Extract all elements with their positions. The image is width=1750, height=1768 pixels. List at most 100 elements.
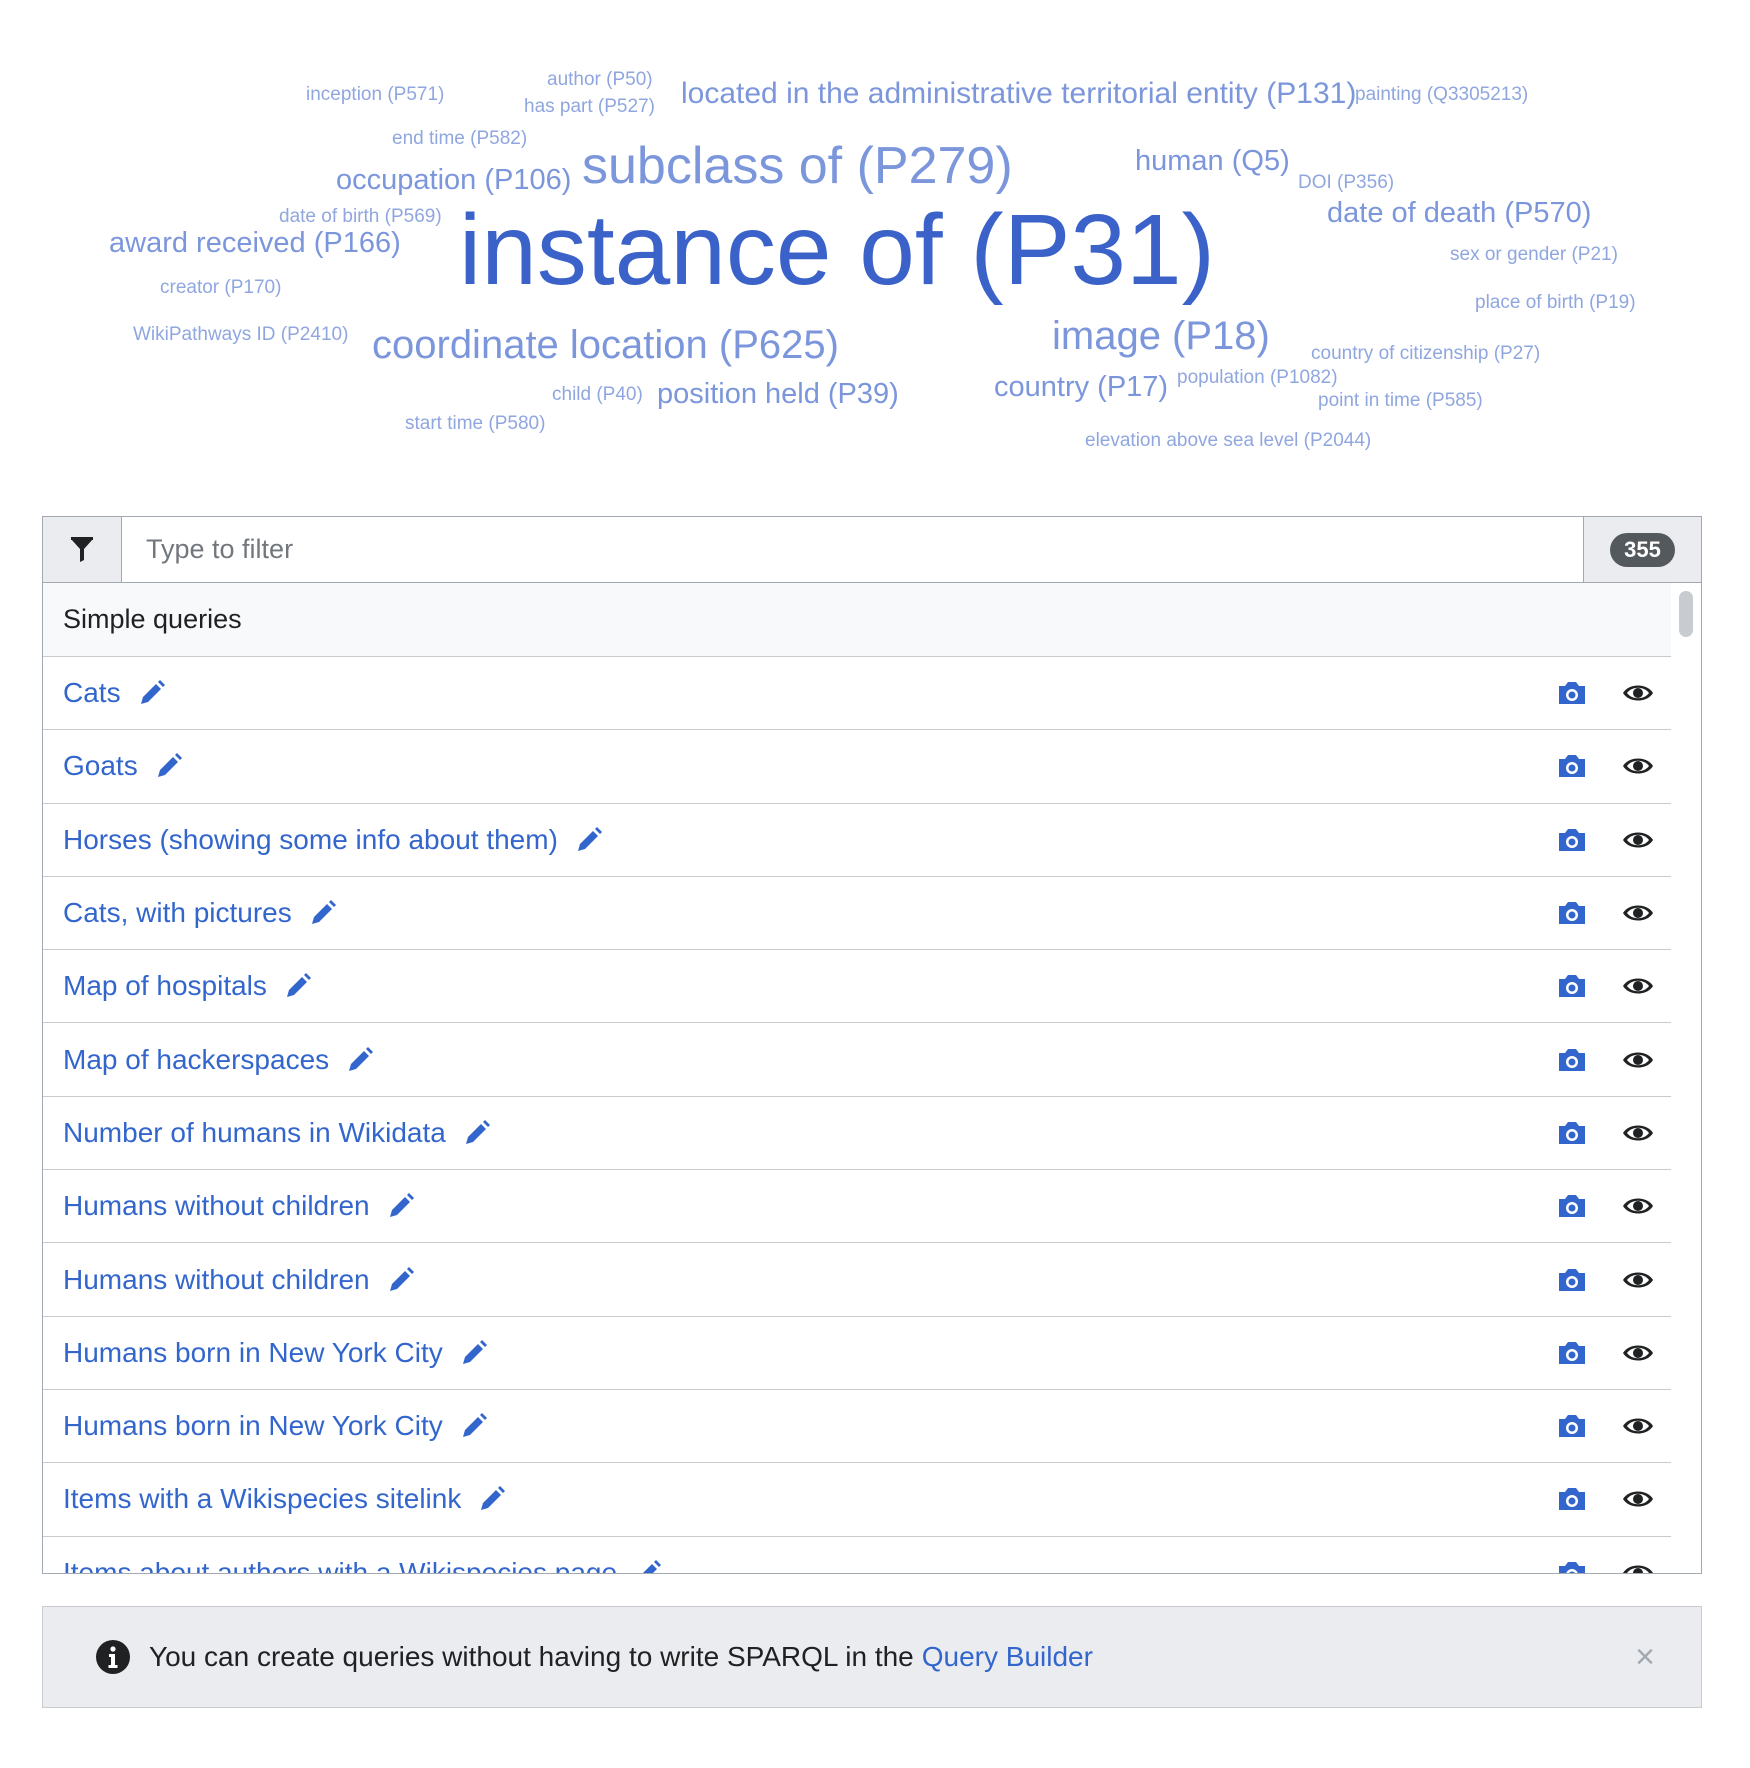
- pencil-icon[interactable]: [459, 1338, 489, 1368]
- camera-icon[interactable]: [1555, 749, 1589, 783]
- query-row: Humans without children: [43, 1243, 1671, 1317]
- query-title-link[interactable]: Number of humans in Wikidata: [63, 1117, 446, 1149]
- cloud-word[interactable]: place of birth (P19): [1475, 293, 1636, 312]
- camera-icon[interactable]: [1555, 1043, 1589, 1077]
- examples-list[interactable]: Simple queries Cats Goats Horses (showin…: [43, 583, 1671, 1573]
- camera-icon[interactable]: [1555, 1556, 1589, 1573]
- pencil-icon[interactable]: [308, 898, 338, 928]
- eye-icon[interactable]: [1621, 969, 1655, 1003]
- cloud-word[interactable]: start time (P580): [405, 414, 545, 433]
- query-row: Items about authors with a Wikispecies p…: [43, 1537, 1671, 1573]
- query-title-link[interactable]: Humans without children: [63, 1264, 370, 1296]
- camera-icon[interactable]: [1555, 676, 1589, 710]
- pencil-icon[interactable]: [477, 1484, 507, 1514]
- cloud-word[interactable]: author (P50): [547, 70, 653, 89]
- camera-icon[interactable]: [1555, 896, 1589, 930]
- eye-icon[interactable]: [1621, 896, 1655, 930]
- cloud-word[interactable]: child (P40): [552, 385, 643, 404]
- query-title-link[interactable]: Cats, with pictures: [63, 897, 292, 929]
- cloud-word[interactable]: image (P18): [1052, 316, 1270, 356]
- pencil-icon[interactable]: [459, 1411, 489, 1441]
- query-title-link[interactable]: Items about authors with a Wikispecies p…: [63, 1557, 617, 1573]
- result-count: 355: [1583, 517, 1701, 582]
- eye-icon[interactable]: [1621, 1263, 1655, 1297]
- query-title-link[interactable]: Horses (showing some info about them): [63, 824, 558, 856]
- pencil-icon[interactable]: [633, 1558, 663, 1573]
- camera-icon[interactable]: [1555, 1263, 1589, 1297]
- camera-icon[interactable]: [1555, 1482, 1589, 1516]
- query-row: Goats: [43, 730, 1671, 804]
- pencil-icon[interactable]: [137, 678, 167, 708]
- query-title-link[interactable]: Map of hospitals: [63, 970, 267, 1002]
- cloud-word[interactable]: date of birth (P569): [279, 207, 442, 226]
- pencil-icon[interactable]: [345, 1045, 375, 1075]
- query-title-link[interactable]: Humans born in New York City: [63, 1337, 443, 1369]
- pencil-icon[interactable]: [283, 971, 313, 1001]
- cloud-word[interactable]: sex or gender (P21): [1450, 245, 1618, 264]
- camera-icon[interactable]: [1555, 1116, 1589, 1150]
- cloud-word[interactable]: point in time (P585): [1318, 391, 1483, 410]
- cloud-word[interactable]: date of death (P570): [1327, 199, 1591, 228]
- pencil-icon[interactable]: [462, 1118, 492, 1148]
- query-title-link[interactable]: Map of hackerspaces: [63, 1044, 329, 1076]
- camera-icon[interactable]: [1555, 823, 1589, 857]
- eye-icon[interactable]: [1621, 749, 1655, 783]
- cloud-word[interactable]: WikiPathways ID (P2410): [133, 325, 348, 344]
- cloud-word[interactable]: instance of (P31): [459, 200, 1215, 300]
- cloud-word[interactable]: country of citizenship (P27): [1311, 344, 1540, 363]
- cloud-word[interactable]: end time (P582): [392, 129, 527, 148]
- pencil-icon[interactable]: [386, 1191, 416, 1221]
- examples-panel: 355 Simple queries Cats Goats: [42, 516, 1702, 1574]
- cloud-word[interactable]: human (Q5): [1135, 147, 1290, 176]
- filter-input[interactable]: [122, 517, 1583, 582]
- cloud-word[interactable]: position held (P39): [657, 380, 899, 409]
- cloud-word[interactable]: population (P1082): [1177, 368, 1338, 387]
- cloud-word[interactable]: occupation (P106): [336, 166, 571, 195]
- query-title-link[interactable]: Items with a Wikispecies sitelink: [63, 1483, 461, 1515]
- close-notice-button[interactable]: ×: [1635, 1640, 1655, 1674]
- eye-icon[interactable]: [1621, 1189, 1655, 1223]
- filter-button[interactable]: [43, 517, 122, 582]
- row-actions: [1555, 950, 1655, 1022]
- query-title-link[interactable]: Humans without children: [63, 1190, 370, 1222]
- cloud-word[interactable]: DOI (P356): [1298, 173, 1394, 192]
- section-header: Simple queries: [43, 583, 1671, 657]
- eye-icon[interactable]: [1621, 1482, 1655, 1516]
- cloud-word[interactable]: elevation above sea level (P2044): [1085, 431, 1371, 450]
- eye-icon[interactable]: [1621, 1116, 1655, 1150]
- eye-icon[interactable]: [1621, 1336, 1655, 1370]
- cloud-word[interactable]: painting (Q3305213): [1355, 85, 1528, 104]
- cloud-word[interactable]: creator (P170): [160, 278, 281, 297]
- cloud-word[interactable]: award received (P166): [109, 229, 401, 258]
- query-builder-link[interactable]: Query Builder: [922, 1641, 1093, 1673]
- cloud-word[interactable]: country (P17): [994, 373, 1168, 402]
- eye-icon[interactable]: [1621, 1556, 1655, 1573]
- pencil-icon[interactable]: [574, 825, 604, 855]
- cloud-word[interactable]: located in the administrative territoria…: [681, 79, 1356, 109]
- cloud-word[interactable]: coordinate location (P625): [372, 325, 839, 365]
- list-scrollbar[interactable]: [1671, 583, 1701, 1573]
- eye-icon[interactable]: [1621, 823, 1655, 857]
- scrollbar-thumb[interactable]: [1679, 591, 1693, 637]
- pencil-icon[interactable]: [154, 751, 184, 781]
- cloud-word[interactable]: has part (P527): [524, 97, 655, 116]
- camera-icon[interactable]: [1555, 969, 1589, 1003]
- row-actions: [1555, 1243, 1655, 1315]
- cloud-word[interactable]: inception (P571): [306, 85, 444, 104]
- camera-icon[interactable]: [1555, 1189, 1589, 1223]
- pencil-icon[interactable]: [386, 1265, 416, 1295]
- query-row: Humans born in New York City: [43, 1390, 1671, 1464]
- eye-icon[interactable]: [1621, 1043, 1655, 1077]
- tag-cloud: inception (P571) author (P50) has part (…: [0, 0, 1750, 480]
- query-builder-notice: You can create queries without having to…: [42, 1606, 1702, 1708]
- eye-icon[interactable]: [1621, 676, 1655, 710]
- filter-icon: [71, 536, 93, 562]
- query-title-link[interactable]: Goats: [63, 750, 138, 782]
- query-title-link[interactable]: Humans born in New York City: [63, 1410, 443, 1442]
- camera-icon[interactable]: [1555, 1336, 1589, 1370]
- eye-icon[interactable]: [1621, 1409, 1655, 1443]
- camera-icon[interactable]: [1555, 1409, 1589, 1443]
- query-row: Horses (showing some info about them): [43, 804, 1671, 877]
- cloud-word[interactable]: subclass of (P279): [582, 140, 1013, 192]
- query-title-link[interactable]: Cats: [63, 677, 121, 709]
